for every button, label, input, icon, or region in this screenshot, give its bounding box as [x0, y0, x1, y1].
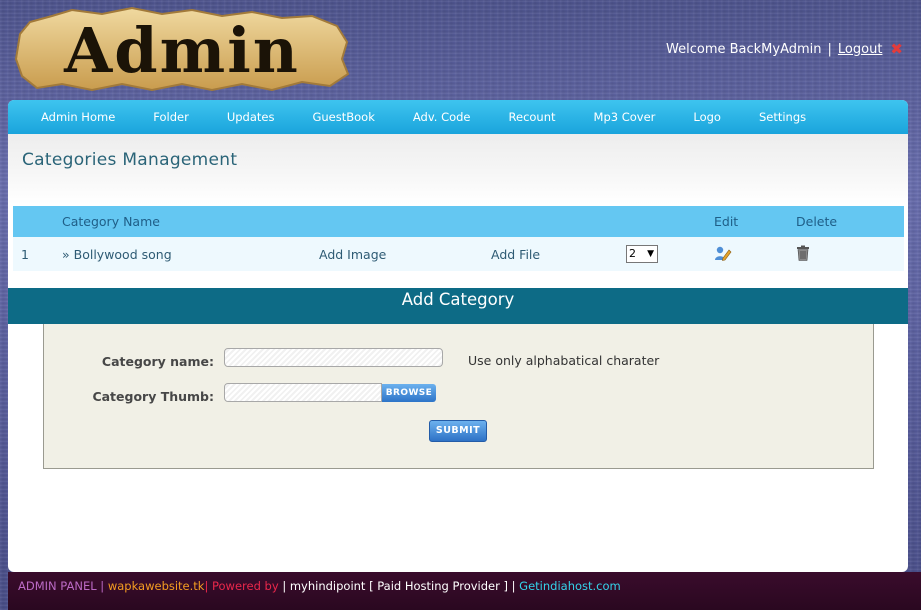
header-delete: Delete — [796, 214, 838, 229]
category-name-label: Category name: — [101, 354, 214, 369]
nav-mp3-cover[interactable]: Mp3 Cover — [575, 110, 675, 124]
add-category-title: Add Category — [8, 288, 908, 324]
separator: | — [827, 41, 832, 57]
order-select[interactable]: 2 ▼ — [626, 245, 658, 263]
category-name-link[interactable]: » Bollywood song — [62, 237, 319, 271]
add-image-link[interactable]: Add Image — [319, 237, 491, 271]
page-title: Categories Management — [22, 150, 238, 170]
table-header-row: Category Name Edit Delete — [13, 206, 904, 237]
logout-link[interactable]: Logout — [838, 42, 883, 57]
categories-table: Category Name Edit Delete 1 » Bollywood … — [13, 206, 904, 271]
header-index — [13, 206, 62, 237]
category-name-input[interactable] — [224, 348, 443, 367]
user-links: Welcome BackMyAdmin | Logout ✖ — [666, 40, 903, 58]
main-nav: Admin Home Folder Updates GuestBook Adv.… — [8, 100, 908, 134]
admin-logo: Admin — [12, 4, 352, 94]
close-icon[interactable]: ✖ — [890, 40, 903, 58]
add-category-form: Category name: Use only alphabatical cha… — [43, 324, 874, 469]
footer: ADMIN PANEL | wapkawebsite.tk| Powered b… — [8, 572, 921, 610]
page-header: Categories Management — [8, 134, 908, 204]
logo-text: Admin — [63, 14, 300, 87]
welcome-text: Welcome BackMyAdmin — [666, 41, 822, 57]
chevron-down-icon: ▼ — [647, 249, 654, 259]
category-thumb-label: Category Thumb: — [92, 389, 214, 404]
header-category-name: Category Name — [62, 214, 160, 229]
nav-logo[interactable]: Logo — [674, 110, 740, 124]
edit-icon[interactable] — [714, 246, 732, 264]
nav-guestbook[interactable]: GuestBook — [293, 110, 393, 124]
main-panel: Admin Home Folder Updates GuestBook Adv.… — [8, 100, 908, 572]
nav-adv-code[interactable]: Adv. Code — [394, 110, 490, 124]
nav-updates[interactable]: Updates — [208, 110, 294, 124]
order-select-value: 2 — [629, 247, 636, 260]
footer-site-link[interactable]: wapkawebsite.tk — [108, 579, 205, 593]
nav-recount[interactable]: Recount — [490, 110, 575, 124]
category-thumb-file-input[interactable] — [224, 383, 382, 402]
nav-folder[interactable]: Folder — [134, 110, 208, 124]
browse-button[interactable]: BROWSE — [382, 384, 436, 402]
footer-powered-by: | Powered by — [204, 579, 279, 593]
table-row: 1 » Bollywood song Add Image Add File 2 ▼ — [13, 237, 904, 271]
footer-provider: | myhindipoint [ Paid Hosting Provider ]… — [282, 579, 516, 593]
footer-admin-panel: ADMIN PANEL | — [18, 579, 105, 593]
header-edit: Edit — [714, 214, 739, 229]
row-index: 1 — [21, 246, 29, 262]
nav-settings[interactable]: Settings — [740, 110, 825, 124]
nav-admin-home[interactable]: Admin Home — [22, 110, 134, 124]
add-file-link[interactable]: Add File — [491, 237, 626, 271]
trash-icon[interactable] — [796, 245, 810, 264]
submit-button[interactable]: SUBMIT — [429, 420, 487, 442]
footer-host-link[interactable]: Getindiahost.com — [519, 579, 621, 593]
category-name-hint: Use only alphabatical charater — [468, 353, 660, 368]
